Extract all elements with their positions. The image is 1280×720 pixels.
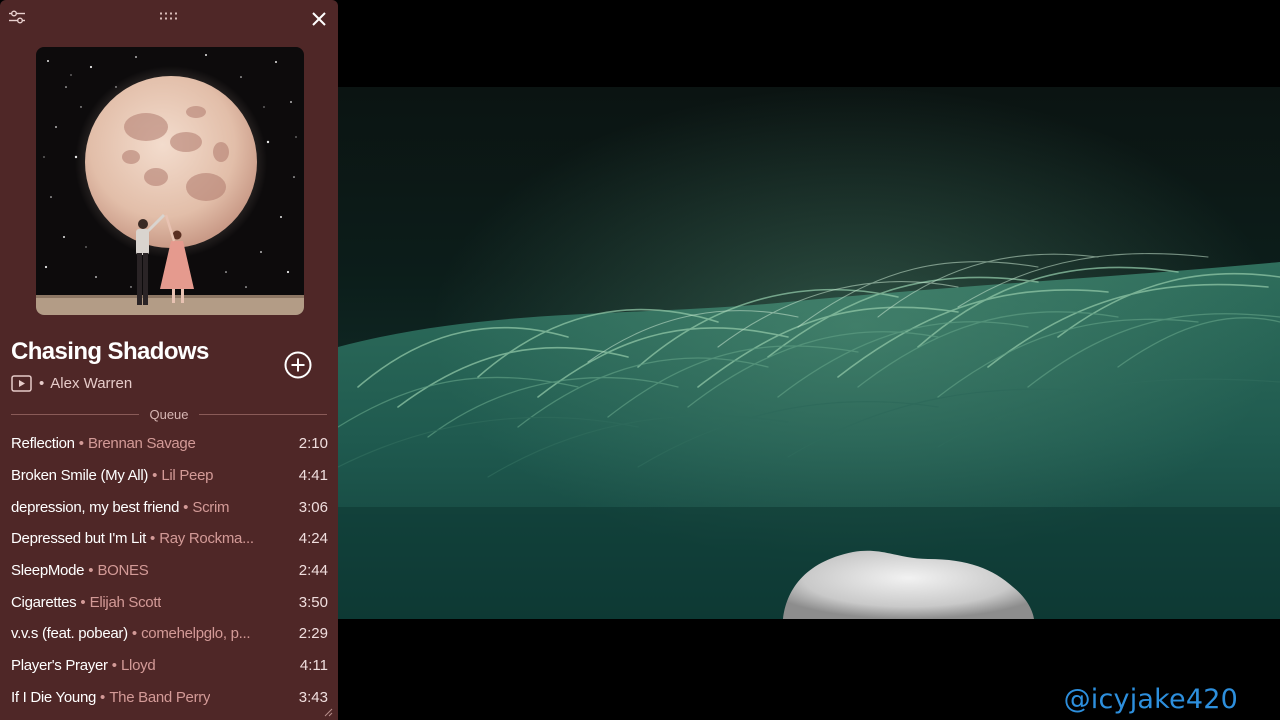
queue-item-title: If I Die Young [11,688,97,706]
queue-divider-right [198,413,328,415]
resize-grip-icon[interactable] [322,706,334,718]
queue-item-duration: 3:43 [298,688,328,706]
close-icon[interactable] [308,8,330,30]
queue-item-title: Broken Smile (My All) [11,467,149,485]
track-title[interactable]: Chasing Shadows [11,338,209,366]
artist-name[interactable]: Alex Warren [50,375,132,392]
queue-item-separator: • [152,467,158,485]
queue-label: Queue [149,406,189,422]
queue-item[interactable]: If I Die Young • The Band Perry 3:43 [0,682,338,714]
queue-item-duration: 4:24 [298,530,328,548]
queue-item-title: SleepMode [11,562,85,580]
queue-divider-left [11,413,140,415]
queue-item-artist: Scrim [192,498,230,516]
watermark-handle: @icyjake420 [1063,684,1238,715]
sliders-icon[interactable] [6,7,28,27]
queue-list: Reflection • Brennan Savage 2:10 Broken Sm… [0,428,338,713]
queue-item-separator: • [183,498,189,516]
queue-item-separator: • [100,688,106,706]
queue-item-duration: 3:06 [298,498,328,516]
player-topbar [0,0,338,36]
queue-item-duration: 2:29 [298,625,328,643]
queue-item-artist: The Band Perry [109,688,211,706]
queue-item-artist: Lil Peep [161,467,214,485]
queue-item-separator: • [149,530,156,548]
video-play-icon [11,374,32,392]
subtitle-separator: • [39,374,45,392]
queue-item[interactable]: Depressed but I'm Lit • Ray Rockma... 4:24 [0,523,338,555]
queue-item[interactable]: Reflection • Brennan Savage 2:10 [0,428,338,460]
queue-item-duration: 4:41 [298,467,328,485]
queue-item[interactable]: v.v.s (feat. pobear) • comehelpglo, p... 2… [0,618,338,650]
queue-item-separator: • [111,657,117,675]
queue-item-artist: Brennan Savage [87,435,196,453]
queue-item-separator: • [78,435,84,453]
queue-item-artist: comehelpglo, p... [141,625,251,643]
video-frame[interactable] [338,87,1280,619]
drag-handle-icon[interactable] [156,8,182,24]
queue-item-separator: • [88,562,94,580]
queue-item-separator: • [80,593,86,611]
queue-item[interactable]: SleepMode • BONES 2:44 [0,555,338,587]
queue-item-title: Player's Prayer [11,657,108,675]
track-subtitle: • Alex Warren [11,373,132,393]
album-art[interactable] [36,47,304,315]
grass-scene-image [338,87,1280,619]
queue-item-duration: 4:11 [299,657,328,675]
queue-item-title: Reflection [11,435,75,453]
queue-item-artist: Ray Rockma... [159,530,254,548]
queue-item-artist: BONES [97,562,149,580]
add-circle-icon[interactable] [282,349,314,381]
queue-item-title: depression, my best friend [11,498,180,516]
queue-item-title: Cigarettes [11,593,77,611]
queue-item-title: Depressed but I'm Lit [11,530,146,548]
queue-item-artist: Elijah Scott [89,593,162,611]
mini-player-panel: Chasing Shadows • Alex Warren Queue Refl… [0,0,338,720]
queue-item[interactable]: Cigarettes • Elijah Scott 3:50 [0,586,338,618]
queue-item-duration: 2:44 [298,562,328,580]
queue-item[interactable]: Broken Smile (My All) • Lil Peep 4:41 [0,460,338,492]
queue-item-artist: Lloyd [121,657,156,675]
queue-item-duration: 3:50 [298,593,328,611]
queue-item-duration: 2:10 [298,435,328,453]
queue-header: Queue [11,405,328,423]
queue-item[interactable]: Player's Prayer • Lloyd 4:11 [0,650,338,682]
queue-item-title: v.v.s (feat. pobear) [11,625,128,643]
queue-item-separator: • [131,625,138,643]
queue-item[interactable]: depression, my best friend • Scrim 3:06 [0,491,338,523]
